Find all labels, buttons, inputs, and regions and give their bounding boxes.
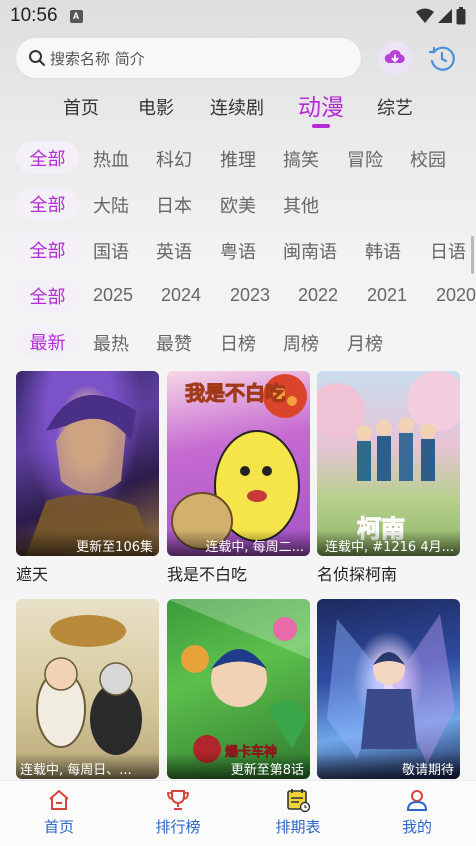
signal-icon bbox=[438, 9, 452, 23]
sort-option[interactable]: 月榜 bbox=[347, 330, 383, 356]
episode-badge: 连载中, 每周日、... bbox=[16, 753, 159, 779]
trophy-icon bbox=[167, 790, 189, 810]
video-card[interactable]: 敬请期待 bbox=[317, 599, 460, 779]
cloud-download-icon bbox=[384, 49, 405, 63]
poster-art bbox=[36, 615, 142, 755]
genre-option[interactable]: 推理 bbox=[220, 146, 256, 172]
episode-badge: 敬请期待 bbox=[317, 753, 460, 779]
notification-icon: A bbox=[69, 9, 83, 23]
search-placeholder: 搜索名称 简介 bbox=[50, 49, 145, 68]
genre-option[interactable]: 科幻 bbox=[156, 146, 192, 172]
language-all-chip[interactable]: 全部 bbox=[16, 233, 79, 266]
scrollbar-thumb[interactable] bbox=[471, 236, 474, 274]
nav-profile[interactable]: 我的 bbox=[377, 787, 457, 837]
region-option[interactable]: 欧美 bbox=[220, 192, 256, 218]
poster-image: 我是不白吃 连载中, 每周二... bbox=[167, 371, 310, 556]
language-option[interactable]: 日语 bbox=[430, 238, 466, 264]
status-bar: 10:56 A bbox=[0, 0, 476, 32]
genre-option[interactable]: 冒险 bbox=[347, 146, 383, 172]
nav-home[interactable]: 首页 bbox=[19, 787, 99, 837]
poster-image: 爆卡车神 更新至第8话 bbox=[167, 599, 310, 779]
language-option[interactable]: 粤语 bbox=[220, 238, 256, 264]
video-card[interactable]: 我是不白吃 连载中, 每周二... 我是不白吃 bbox=[167, 371, 310, 585]
year-all-chip[interactable]: 全部 bbox=[16, 279, 79, 312]
video-title: 我是不白吃 bbox=[167, 565, 248, 584]
genre-all-chip[interactable]: 全部 bbox=[16, 141, 79, 174]
poster-art bbox=[26, 395, 156, 556]
filter-sort: 最新 最热 最赞 日榜 周榜 月榜 bbox=[0, 325, 476, 359]
poster-art bbox=[327, 614, 455, 764]
region-option[interactable]: 日本 bbox=[156, 192, 192, 218]
tab-home[interactable]: 首页 bbox=[63, 94, 99, 120]
tab-series[interactable]: 连续剧 bbox=[210, 94, 264, 120]
nav-ranking-label: 排行榜 bbox=[155, 818, 201, 836]
genre-option[interactable]: 热血 bbox=[93, 146, 129, 172]
poster-image: 连载中, 每周日、... bbox=[16, 599, 159, 779]
tab-anime[interactable]: 动漫 bbox=[298, 88, 344, 122]
filter-year: 全部 2025 2024 2023 2022 2021 2020 bbox=[0, 279, 476, 313]
region-option[interactable]: 大陆 bbox=[93, 192, 129, 218]
tab-movies[interactable]: 电影 bbox=[138, 94, 174, 120]
bottom-nav: 首页 排行榜 排期表 我的 bbox=[0, 780, 476, 846]
tab-variety[interactable]: 综艺 bbox=[377, 94, 413, 120]
sort-latest-chip[interactable]: 最新 bbox=[16, 325, 79, 358]
video-card[interactable]: 连载中, 每周日、... bbox=[16, 599, 159, 779]
video-title: 名侦探柯南 bbox=[317, 565, 398, 584]
poster-image: 更新至106集 bbox=[16, 371, 159, 556]
episode-badge: 更新至第8话 bbox=[167, 753, 310, 779]
sort-option[interactable]: 日榜 bbox=[220, 330, 256, 356]
region-all-chip[interactable]: 全部 bbox=[16, 187, 79, 220]
search-input[interactable]: 搜索名称 简介 bbox=[16, 38, 361, 78]
nav-schedule-label: 排期表 bbox=[275, 818, 321, 836]
nav-ranking[interactable]: 排行榜 bbox=[138, 787, 218, 837]
year-option[interactable]: 2025 bbox=[93, 285, 133, 306]
sort-option[interactable]: 最赞 bbox=[156, 330, 192, 356]
wifi-icon bbox=[416, 8, 434, 23]
video-title: 遮天 bbox=[16, 565, 49, 584]
language-option[interactable]: 国语 bbox=[93, 238, 129, 264]
search-icon bbox=[29, 50, 45, 66]
region-option[interactable]: 其他 bbox=[283, 192, 319, 218]
download-button[interactable] bbox=[378, 41, 412, 75]
video-card[interactable]: 爆卡车神 更新至第8话 bbox=[167, 599, 310, 779]
language-option[interactable]: 英语 bbox=[156, 238, 192, 264]
genre-option[interactable]: 校园 bbox=[410, 146, 446, 172]
filter-region: 全部 大陆 日本 欧美 其他 bbox=[0, 187, 476, 221]
schedule-icon bbox=[287, 789, 311, 813]
status-time: 10:56 bbox=[10, 5, 58, 26]
episode-badge: 连载中, 每周二... bbox=[167, 530, 310, 556]
home-icon bbox=[49, 790, 69, 810]
poster-art-title: 我是不白吃 bbox=[185, 381, 286, 406]
active-tab-indicator bbox=[312, 124, 330, 128]
poster-image: 敬请期待 bbox=[317, 599, 460, 779]
filter-language: 全部 国语 英语 粤语 闽南语 韩语 日语 bbox=[0, 233, 476, 267]
year-option[interactable]: 2020 bbox=[436, 285, 476, 306]
category-tabs: 首页 电影 连续剧 动漫 综艺 bbox=[0, 88, 476, 128]
language-option[interactable]: 韩语 bbox=[365, 238, 401, 264]
battery-icon bbox=[456, 7, 466, 25]
search-row: 搜索名称 简介 bbox=[16, 38, 460, 78]
nav-profile-label: 我的 bbox=[401, 818, 432, 836]
language-option[interactable]: 闽南语 bbox=[283, 238, 337, 264]
year-option[interactable]: 2024 bbox=[161, 285, 201, 306]
user-icon bbox=[406, 790, 428, 811]
genre-option[interactable]: 搞笑 bbox=[283, 146, 319, 172]
history-button[interactable] bbox=[425, 41, 459, 75]
sort-option[interactable]: 最热 bbox=[93, 330, 129, 356]
video-card[interactable]: 更新至106集 遮天 bbox=[16, 371, 159, 585]
video-card[interactable]: 柯南 连载中, #1216 4月... 名侦探柯南 bbox=[317, 371, 460, 585]
poster-image: 柯南 连载中, #1216 4月... bbox=[317, 371, 460, 556]
nav-home-label: 首页 bbox=[43, 818, 74, 836]
sort-option[interactable]: 周榜 bbox=[283, 330, 319, 356]
episode-badge: 更新至106集 bbox=[16, 530, 159, 556]
episode-badge: 连载中, #1216 4月... bbox=[317, 530, 460, 556]
filter-genre: 全部 热血 科幻 推理 搞笑 冒险 校园 bbox=[0, 141, 476, 175]
year-option[interactable]: 2021 bbox=[367, 285, 407, 306]
history-clock-icon bbox=[428, 46, 455, 71]
year-option[interactable]: 2023 bbox=[230, 285, 270, 306]
status-indicators bbox=[416, 7, 466, 25]
year-option[interactable]: 2022 bbox=[298, 285, 338, 306]
nav-schedule[interactable]: 排期表 bbox=[258, 787, 338, 837]
